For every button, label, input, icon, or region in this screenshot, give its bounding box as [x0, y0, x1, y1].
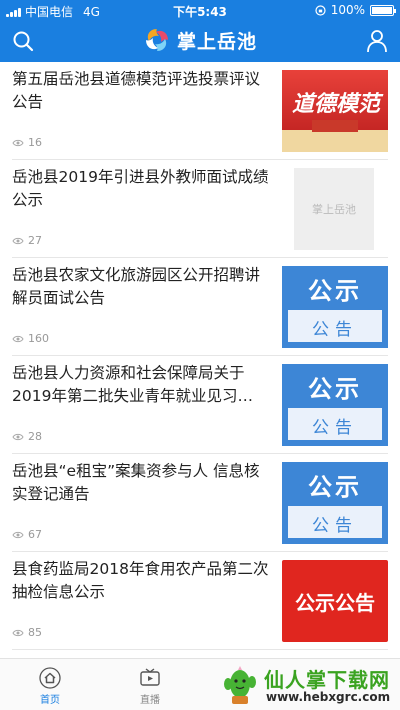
thumbnail-text: 道德模范	[292, 91, 381, 117]
tv-icon	[140, 668, 160, 686]
status-bar: 中国电信 4G 下午5:43 100%	[0, 0, 400, 20]
thumbnail-main-text: 公示	[288, 370, 382, 408]
article-title: 岳池县2019年引进县外教师面试成绩公示	[12, 168, 269, 209]
eye-icon	[12, 237, 24, 244]
article-item[interactable]: 岳池县农家文化旅游园区公开招聘讲解员面试公告 160 公示 公告	[12, 258, 388, 356]
view-count: 28	[12, 430, 42, 443]
article-list: 第五届岳池县道德模范评选投票评议公告 16 道德模范 岳池县2019年引进县外教…	[0, 62, 400, 650]
article-thumbnail: 公示 公告	[282, 364, 388, 446]
placeholder-logo-text: 掌上岳池	[312, 203, 356, 216]
article-item[interactable]: 岳池县人力资源和社会保障局关于2019年第二批失业青年就业见习… 28 公示 公…	[12, 356, 388, 454]
eye-icon	[12, 433, 24, 440]
eye-icon	[12, 139, 24, 146]
status-right: 100%	[315, 3, 396, 17]
view-count-value: 27	[28, 234, 42, 247]
header-bar: 掌上岳池	[0, 20, 400, 62]
article-item[interactable]: 岳池县2019年引进县外教师面试成绩公示 27 掌上岳池	[12, 160, 388, 258]
view-count: 27	[12, 234, 42, 247]
tab-home-label: 首页	[40, 695, 60, 706]
article-thumbnail: 公示 公告	[282, 462, 388, 544]
article-thumbnail-placeholder: 掌上岳池	[294, 168, 374, 250]
view-count-value: 85	[28, 626, 42, 639]
page-title: 掌上岳池	[176, 30, 257, 53]
article-title: 岳池县“e租宝”案集资参与人 信息核实登记通告	[12, 462, 260, 503]
thumbnail-sub-text: 公告	[312, 516, 358, 536]
article-title: 县食药监局2018年食用农产品第二次抽检信息公示	[12, 560, 269, 601]
article-item[interactable]: 县食药监局2018年食用农产品第二次抽检信息公示 85 公示公告	[12, 552, 388, 650]
home-icon	[39, 667, 61, 689]
view-count-value: 16	[28, 136, 42, 149]
view-count-value: 67	[28, 528, 42, 541]
user-icon[interactable]	[366, 29, 388, 53]
app-logo-icon	[145, 29, 168, 51]
article-title: 岳池县人力资源和社会保障局关于2019年第二批失业青年就业见习…	[12, 364, 253, 405]
app-brand: 掌上岳池	[0, 26, 400, 54]
view-count-value: 28	[28, 430, 42, 443]
thumbnail-main-text: 公示	[288, 272, 382, 310]
thumbnail-sub-text: 公告	[312, 418, 358, 438]
cactus-logo-icon	[224, 666, 256, 704]
rotation-lock-icon	[315, 4, 326, 16]
bottom-tab-bar: 首页 直播 仙人掌下载网 www.hebxgrc.com	[0, 658, 400, 710]
battery-percent: 100%	[330, 3, 365, 17]
thumbnail-sub-text: 公告	[312, 320, 358, 340]
watermark-title: 仙人掌下载网	[264, 668, 390, 692]
article-item[interactable]: 岳池县“e租宝”案集资参与人 信息核实登记通告 67 公示 公告	[12, 454, 388, 552]
view-count: 160	[12, 332, 49, 345]
tab-home[interactable]: 首页	[20, 667, 80, 706]
tab-live[interactable]: 直播	[120, 667, 180, 706]
tab-live-label: 直播	[140, 695, 160, 706]
view-count: 85	[12, 626, 42, 639]
article-thumbnail: 道德模范	[282, 70, 388, 152]
article-item[interactable]: 第五届岳池县道德模范评选投票评议公告 16 道德模范	[12, 62, 388, 160]
thumbnail-text: 公示公告	[295, 591, 375, 615]
view-count: 16	[12, 136, 42, 149]
article-title: 岳池县农家文化旅游园区公开招聘讲解员面试公告	[12, 266, 261, 307]
watermark-url: www.hebxgrc.com	[266, 690, 391, 704]
view-count-value: 160	[28, 332, 49, 345]
article-title: 第五届岳池县道德模范评选投票评议公告	[12, 70, 261, 111]
eye-icon	[12, 531, 24, 538]
thumbnail-main-text: 公示	[288, 468, 382, 506]
view-count: 67	[12, 528, 42, 541]
eye-icon	[12, 335, 24, 342]
article-thumbnail: 公示 公告	[282, 266, 388, 348]
thumbnail-building	[282, 120, 388, 152]
battery-icon	[370, 4, 396, 16]
watermark-overlay: 仙人掌下载网 www.hebxgrc.com	[220, 662, 396, 708]
article-thumbnail: 公示公告	[282, 560, 388, 642]
eye-icon	[12, 629, 24, 636]
